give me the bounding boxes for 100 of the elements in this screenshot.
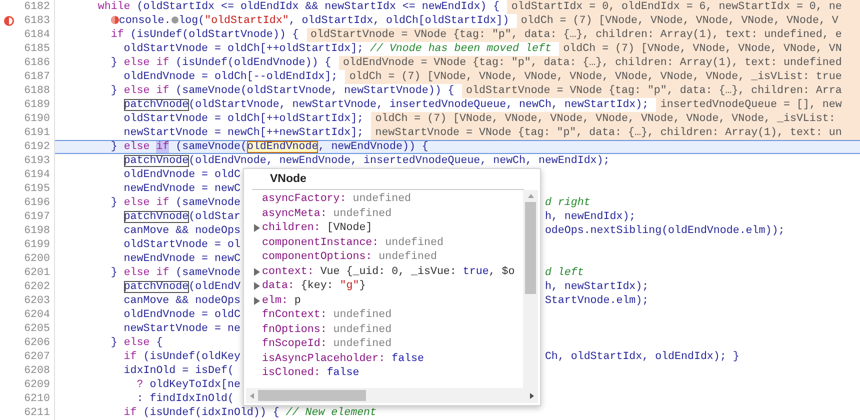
property-name: fnOptions: — [262, 324, 327, 336]
code-token: (isUndef(oldKey — [143, 351, 240, 363]
property-name: isAsyncPlaceholder: — [262, 352, 386, 365]
expand-triangle-icon[interactable] — [252, 266, 262, 277]
code-token: (isUndef(oldEndVnode)) { — [176, 57, 332, 69]
code-token: if — [124, 407, 137, 419]
code-token: else if — [124, 57, 170, 69]
line-number: 6192 — [24, 140, 50, 154]
code-token: , newEndVnode)) { — [318, 141, 428, 153]
line-number: 6188 — [24, 84, 50, 98]
code-token: } — [110, 337, 118, 349]
code-token: newEndVnode = newC — [124, 183, 240, 195]
property-name: componentOptions: — [262, 251, 372, 264]
property-name: elm: — [262, 294, 288, 307]
line-number: 6191 — [24, 126, 50, 140]
line-number: 6208 — [24, 364, 50, 378]
property-value: false — [392, 352, 424, 365]
line-number: 6211 — [24, 406, 50, 420]
inline-breakpoint-icon[interactable] — [110, 16, 119, 24]
property-value: , $o — [488, 266, 515, 278]
line-number: 6205 — [24, 322, 50, 336]
code-token: (sameVnode — [176, 267, 240, 279]
line-number: 6203 — [24, 294, 50, 308]
line-number: 6197 — [24, 210, 50, 224]
vertical-scrollbar[interactable] — [523, 190, 538, 388]
line-number: 6204 — [24, 308, 50, 322]
expand-triangle-icon[interactable] — [252, 223, 262, 234]
code-token: ? — [136, 379, 144, 391]
line-number: 6194 — [24, 168, 50, 182]
code-comment: d right — [544, 197, 590, 209]
line-number: 6186 — [24, 56, 50, 70]
line-number: 6185 — [24, 42, 50, 56]
property-value: undefined — [385, 236, 444, 249]
call-token: patchVnode — [124, 211, 189, 223]
line-number: 6183 — [24, 14, 50, 28]
code-token: canMove && nodeOps — [124, 295, 240, 307]
code-token: } — [110, 197, 118, 209]
line-number: 6187 — [24, 70, 50, 84]
code-token: { — [156, 337, 163, 349]
code-token: oldEndVnode = oldC — [124, 309, 240, 321]
line-number: 6199 — [24, 238, 50, 252]
code-token: newStartVnode = newCh[++newStartIdx]; — [124, 127, 364, 139]
line-number: 6201 — [24, 266, 50, 280]
property-value: {key: — [300, 280, 334, 292]
line-number: 6198 — [24, 224, 50, 238]
line-number: 6190 — [24, 112, 50, 126]
line-number: 6202 — [24, 280, 50, 294]
inline-value-preview: oldCh = (7) [VNode, VNode, VNode, VNode, VN — [559, 42, 860, 56]
popover-title: VNode — [252, 169, 524, 190]
code-token: (oldStartIdx <= oldEndIdx && newStartIdx <= newEndIdx) { — [136, 1, 500, 13]
property-value: undefined — [333, 309, 392, 322]
code-token: log( — [178, 15, 205, 27]
code-token: idxInOld = isDef( — [124, 365, 234, 377]
horizontal-scrollbar[interactable] — [246, 388, 538, 403]
code-token: } — [110, 57, 118, 69]
inline-value-preview: oldStartVnode = VNode {tag: "p", data: {…}, children: Arra — [462, 84, 860, 98]
code-token: else if — [124, 267, 170, 279]
line-number: 6209 — [24, 378, 50, 392]
code-token: (sameVnode( — [176, 141, 247, 153]
code-token: oldStartVnode = oldCh[++oldStartIdx]; — [124, 113, 364, 125]
breakpoint-icon[interactable] — [4, 16, 14, 26]
property-value: p — [294, 294, 301, 307]
code-token: else if — [124, 197, 170, 209]
expand-triangle-icon[interactable] — [252, 281, 262, 292]
line-number: 6195 — [24, 182, 50, 196]
code-token: (isUndef(oldStartVnode)) { — [130, 29, 299, 41]
code-token: oldKeyToIdx[ne — [150, 379, 240, 391]
code-token: "oldStartIdx" — [204, 15, 289, 27]
line-number: 6182 — [24, 0, 50, 14]
property-name: asyncFactory: — [262, 193, 346, 206]
inline-breakpoint-icon[interactable] — [170, 16, 179, 24]
code-comment: // Vnode has been moved left — [370, 43, 552, 55]
code-token: else — [124, 141, 150, 153]
code-token: newEndVnode = newC — [124, 253, 240, 265]
property-value: undefined — [333, 208, 392, 220]
property-name: fnContext: — [262, 309, 327, 322]
property-value: "g" — [340, 280, 360, 292]
property-name: fnScopeId: — [262, 338, 327, 350]
line-number: 6206 — [24, 336, 50, 350]
code-token: h, newStartIdx); — [544, 281, 649, 293]
property-name: isCloned: — [262, 367, 320, 380]
code-token: StartVnode.elm); — [544, 295, 649, 307]
code-token: oldStartVnode = ol — [124, 239, 240, 251]
code-token: console. — [118, 15, 171, 27]
hovered-token: oldEndVnode — [246, 141, 318, 153]
code-comment: d left — [544, 267, 584, 279]
code-token: oldStartVnode = oldCh[++oldStartIdx]; — [124, 43, 365, 55]
expand-triangle-icon[interactable] — [252, 296, 262, 306]
property-value: } — [359, 280, 366, 292]
code-token: (isUndef(idxInOld)) { — [143, 407, 280, 419]
property-name: context: — [262, 266, 314, 278]
code-token: newStartVnode = ne — [124, 323, 240, 335]
line-number: 6189 — [24, 98, 50, 112]
property-value: false — [326, 367, 360, 380]
code-token: while — [98, 1, 130, 13]
code-token: Ch, oldStartIdx, oldEndIdx); } — [544, 351, 740, 363]
line-number: 6193 — [24, 154, 50, 168]
inline-value-preview: oldCh = (7) [VNode, VNode, VNode, VNode, VNode, VNode, VNode, _isVList: — [371, 112, 860, 126]
property-value: Vue {_uid: 0, _isVue: — [320, 266, 458, 278]
inline-value-preview: newStartVnode = VNode {tag: "p", data: {…}, children: Array(1), text: un — [371, 126, 860, 140]
